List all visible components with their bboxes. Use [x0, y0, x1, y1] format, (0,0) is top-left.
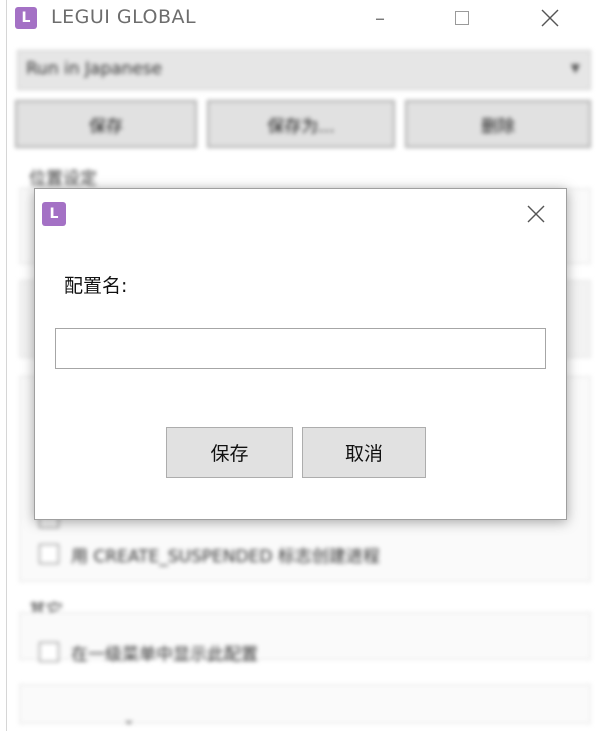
profile-select-value: Run in Japanese: [26, 59, 163, 79]
title-bar: L LEGUI GLOBAL –: [7, 0, 600, 36]
close-icon: [541, 9, 559, 27]
save-profile-button[interactable]: 保存: [15, 100, 197, 148]
close-icon: [527, 205, 545, 223]
dialog-cancel-button[interactable]: 取消: [302, 427, 426, 478]
minimize-icon: –: [375, 6, 385, 30]
minimize-button[interactable]: –: [357, 0, 403, 36]
show-in-menu-checkbox[interactable]: [39, 642, 59, 662]
maximize-button[interactable]: [439, 0, 485, 36]
dialog-close-button[interactable]: [519, 197, 553, 231]
save-as-button[interactable]: 保存为...: [207, 100, 395, 148]
close-button[interactable]: [527, 0, 573, 36]
config-name-input[interactable]: [55, 328, 546, 369]
chevron-down-icon[interactable]: ⌄: [123, 712, 135, 728]
section-location-label: 位置设定: [29, 169, 97, 189]
chevron-down-icon: ▼: [570, 61, 580, 75]
maximize-icon: [455, 11, 469, 25]
config-name-dialog: L 配置名: 保存 取消: [34, 188, 567, 520]
profile-select[interactable]: Run in Japanese ▼: [17, 50, 591, 90]
config-name-label: 配置名:: [64, 275, 128, 297]
create-suspended-label: 用 CREATE_SUSPENDED 标志创建进程: [71, 547, 380, 567]
dialog-save-button[interactable]: 保存: [166, 427, 293, 478]
app-logo-icon: L: [15, 7, 37, 29]
bottom-panel: [19, 684, 591, 724]
create-suspended-checkbox[interactable]: [39, 544, 59, 564]
show-in-menu-label: 在一级菜单中显示此配置: [71, 645, 258, 665]
dialog-logo-icon: L: [42, 202, 66, 226]
delete-button[interactable]: 删除: [405, 100, 591, 148]
window-title: LEGUI GLOBAL: [51, 6, 197, 28]
